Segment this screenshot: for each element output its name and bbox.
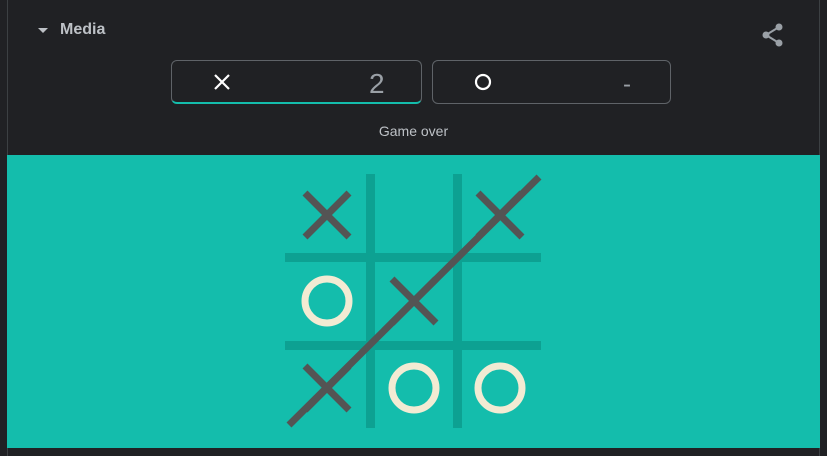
o-mark-icon <box>474 73 492 91</box>
game-status: Game over <box>378 123 449 139</box>
x-mark-icon <box>214 74 230 90</box>
media-header[interactable]: Media <box>38 18 105 42</box>
board-svg <box>285 174 542 428</box>
board-cell-2[interactable] <box>374 175 454 255</box>
board-cell-4[interactable] <box>287 261 367 341</box>
share-icon[interactable] <box>760 22 786 48</box>
player-x-score: 2 <box>369 68 385 99</box>
grid-line-v1 <box>366 174 375 428</box>
player-o-score: - <box>623 71 631 98</box>
header-title: Media <box>60 21 106 38</box>
caret-down-icon[interactable] <box>38 27 48 33</box>
player-o-score-tab[interactable]: - <box>432 60 671 104</box>
board-cell-8[interactable] <box>374 348 454 428</box>
board-cell-6[interactable] <box>460 261 540 341</box>
game-board <box>7 155 820 448</box>
board-cell-9[interactable] <box>460 348 540 428</box>
player-x-score-tab[interactable]: 2 <box>171 60 422 104</box>
